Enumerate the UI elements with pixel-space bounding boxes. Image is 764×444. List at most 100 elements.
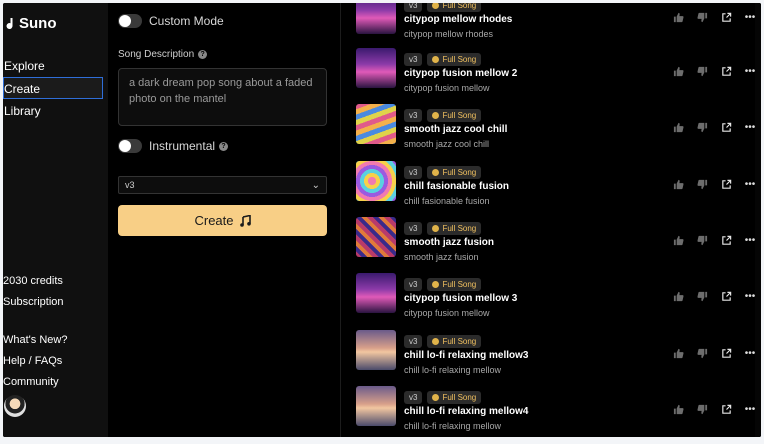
thumbs-down-icon[interactable] [695,65,709,77]
thumbs-up-icon[interactable] [671,347,685,359]
thumbs-down-icon[interactable] [695,11,709,23]
full-song-label: Full Song [442,393,477,402]
song-style: smooth jazz cool chill [404,139,490,149]
share-icon[interactable] [719,403,733,415]
song-title[interactable]: citypop mellow rhodes [404,14,512,25]
thumbs-down-icon[interactable] [695,290,709,302]
song-style: smooth jazz fusion [404,252,479,262]
share-icon[interactable] [719,234,733,246]
model-value: v3 [125,180,135,190]
help-icon[interactable]: ? [198,49,208,59]
song-row[interactable]: v3 Full Song citypop mellow rhodes cityp… [341,3,761,50]
version-badge: v3 [404,53,423,66]
song-actions: ••• [671,121,757,133]
song-title[interactable]: smooth jazz fusion [404,237,494,248]
help-faqs-link[interactable]: Help / FAQs [3,355,62,367]
community-link[interactable]: Community [3,376,59,388]
song-cover[interactable] [356,273,396,313]
share-icon[interactable] [719,121,733,133]
share-icon[interactable] [719,290,733,302]
song-actions: ••• [671,403,757,415]
thumbs-down-icon[interactable] [695,178,709,190]
instrumental-label: Instrumental [149,139,216,153]
create-button[interactable]: Create [118,205,327,236]
thumbs-up-icon[interactable] [671,65,685,77]
full-song-label: Full Song [442,111,477,120]
instrumental-label-row: Instrumental? [149,139,229,153]
share-icon[interactable] [719,65,733,77]
song-row[interactable]: v3 Full Song citypop fusion mellow 3 cit… [341,273,761,329]
song-title[interactable]: chill fasionable fusion [404,181,509,192]
logo[interactable]: Suno [5,15,57,32]
song-description-label-row: Song Description? [118,49,208,60]
song-badges: v3 Full Song [404,166,482,179]
song-cover[interactable] [356,161,396,201]
full-song-label: Full Song [442,55,477,64]
song-actions: ••• [671,234,757,246]
song-row[interactable]: v3 Full Song smooth jazz cool chill smoo… [341,104,761,160]
song-title[interactable]: citypop fusion mellow 3 [404,293,517,304]
coin-icon [432,394,440,401]
song-row[interactable]: v3 Full Song citypop fusion mellow 2 cit… [341,48,761,104]
share-icon[interactable] [719,11,733,23]
avatar[interactable] [4,395,26,417]
song-title[interactable]: chill lo-fi relaxing mellow3 [404,350,528,361]
full-song-badge: Full Song [427,222,482,235]
whats-new-link[interactable]: What's New? [3,334,67,346]
song-cover[interactable] [356,330,396,370]
song-row[interactable]: v3 Full Song chill lo-fi relaxing mellow… [341,386,761,437]
thumbs-up-icon[interactable] [671,403,685,415]
song-badges: v3 Full Song [404,109,482,122]
subscription-link[interactable]: Subscription [3,296,64,308]
song-row[interactable]: v3 Full Song chill lo-fi relaxing mellow… [341,330,761,386]
share-icon[interactable] [719,347,733,359]
song-row[interactable]: v3 Full Song smooth jazz fusion smooth j… [341,217,761,273]
song-badges: v3 Full Song [404,391,482,404]
create-form: Custom Mode Song Description? a dark dre… [108,3,340,437]
coin-icon [432,169,440,176]
song-cover[interactable] [356,104,396,144]
scrollbar[interactable] [755,3,761,437]
app-window: Suno Explore Create Library 2030 credits… [3,3,761,437]
song-badges: v3 Full Song [404,53,482,66]
song-cover[interactable] [356,217,396,257]
custom-mode-toggle[interactable] [118,14,142,28]
song-title[interactable]: citypop fusion mellow 2 [404,68,517,79]
thumbs-up-icon[interactable] [671,234,685,246]
nav-explore[interactable]: Explore [3,55,103,77]
model-select[interactable]: v3 ⌄ [118,176,327,194]
version-badge: v3 [404,278,423,291]
song-row[interactable]: v3 Full Song chill fasionable fusion chi… [341,161,761,217]
help-icon[interactable]: ? [219,142,229,152]
song-cover[interactable] [356,48,396,88]
instrumental-toggle[interactable] [118,139,142,153]
custom-mode-label: Custom Mode [149,14,224,28]
song-title[interactable]: smooth jazz cool chill [404,124,507,135]
thumbs-down-icon[interactable] [695,403,709,415]
song-description-label: Song Description [118,49,195,60]
song-title[interactable]: chill lo-fi relaxing mellow4 [404,406,528,417]
song-cover[interactable] [356,3,396,34]
thumbs-up-icon[interactable] [671,290,685,302]
thumbs-up-icon[interactable] [671,178,685,190]
thumbs-down-icon[interactable] [695,347,709,359]
credits-count: 2030 credits [3,275,63,287]
full-song-badge: Full Song [427,109,482,122]
thumbs-up-icon[interactable] [671,121,685,133]
thumbs-up-icon[interactable] [671,11,685,23]
full-song-label: Full Song [442,280,477,289]
thumbs-down-icon[interactable] [695,121,709,133]
nav-create[interactable]: Create [3,77,103,99]
song-badges: v3 Full Song [404,335,482,348]
share-icon[interactable] [719,178,733,190]
coin-icon [432,338,440,345]
song-style: chill lo-fi relaxing mellow [404,365,502,375]
song-actions: ••• [671,347,757,359]
suno-logo-icon [6,17,13,29]
song-cover[interactable] [356,386,396,426]
full-song-label: Full Song [442,224,477,233]
thumbs-down-icon[interactable] [695,234,709,246]
nav-library[interactable]: Library [3,100,103,122]
version-badge: v3 [404,166,423,179]
song-description-input[interactable]: a dark dream pop song about a faded phot… [118,68,327,126]
